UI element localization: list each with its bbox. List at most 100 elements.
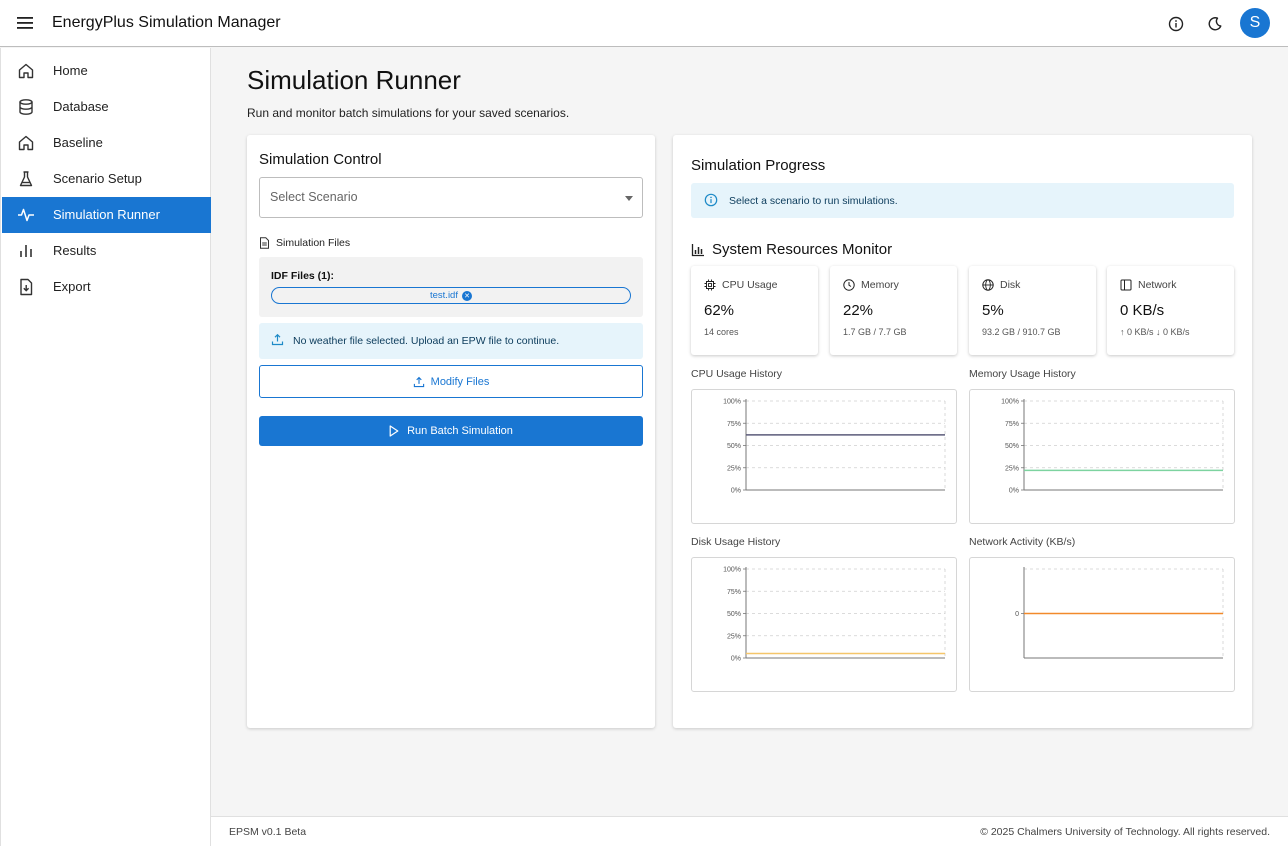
stat-label: CPU Usage (722, 279, 778, 291)
sidebar-item-database[interactable]: Database (2, 89, 211, 125)
sidebar-item-results[interactable]: Results (2, 233, 211, 269)
app-title: EnergyPlus Simulation Manager (52, 14, 281, 31)
files-heading-label: Simulation Files (276, 237, 351, 249)
sidebar-item-scenario-setup[interactable]: Scenario Setup (2, 161, 211, 197)
scenario-info-text: Select a scenario to run simulations. (729, 195, 898, 207)
y-tick-label: 25% (727, 633, 741, 640)
network-history-chart: 0 (969, 557, 1235, 692)
activity-icon (17, 206, 35, 224)
idf-files-box: IDF Files (1): test.idf ✕ (259, 257, 643, 317)
sidebar-item-baseline[interactable]: Baseline (2, 125, 211, 161)
y-tick-label: 0% (1009, 488, 1019, 495)
cpu-usage-card: CPU Usage 62% 14 cores (691, 266, 818, 355)
clock-icon (843, 279, 855, 291)
disk-card: Disk 5% 93.2 GB / 910.7 GB (969, 266, 1096, 355)
y-tick-label: 75% (727, 421, 741, 428)
footer-copyright: © 2025 Chalmers University of Technology… (980, 826, 1270, 838)
network-history-title: Network Activity (KB/s) (969, 536, 1076, 548)
sidebar-item-label: Baseline (53, 135, 103, 150)
footer: EPSM v0.1 Beta © 2025 Chalmers Universit… (211, 816, 1288, 846)
stat-value: 5% (982, 302, 1004, 319)
database-icon (17, 98, 35, 116)
resources-monitor-label: System Resources Monitor (712, 241, 893, 258)
chevron-down-icon (625, 196, 633, 201)
network-icon (1120, 279, 1132, 291)
stat-value: 22% (843, 302, 874, 319)
menu-icon[interactable] (14, 12, 36, 34)
main-content: Simulation Runner Run and monitor batch … (211, 48, 1288, 816)
globe-icon (982, 279, 994, 291)
upload-icon (271, 333, 284, 346)
weather-alert-text: No weather file selected. Upload an EPW … (293, 335, 560, 347)
card-title: Simulation Progress (691, 157, 826, 174)
select-placeholder: Select Scenario (270, 190, 358, 204)
avatar[interactable]: S (1240, 8, 1270, 38)
remove-file-icon[interactable]: ✕ (462, 290, 472, 301)
document-icon (259, 237, 270, 249)
bar-chart-icon (17, 242, 35, 260)
simulation-progress-card: Simulation Progress Select a scenario to… (673, 135, 1252, 728)
modify-files-button[interactable]: Modify Files (259, 365, 643, 398)
disk-history-title: Disk Usage History (691, 536, 781, 548)
sidebar-item-label: Scenario Setup (53, 171, 142, 186)
stat-detail: 93.2 GB / 910.7 GB (982, 327, 1061, 337)
memory-history-chart: 0% 25% 50% 75% 100% (969, 389, 1235, 524)
y-tick-label: 50% (727, 611, 741, 618)
file-export-icon (17, 278, 35, 296)
sidebar-item-label: Export (53, 279, 91, 294)
y-tick-label: 0% (731, 488, 741, 495)
stat-detail: 1.7 GB / 7.7 GB (843, 327, 907, 337)
network-card: Network 0 KB/s ↑ 0 KB/s ↓ 0 KB/s (1107, 266, 1234, 355)
stat-value: 0 KB/s (1120, 302, 1165, 319)
sidebar-item-simulation-runner[interactable]: Simulation Runner (2, 197, 211, 233)
y-tick-label: 75% (727, 589, 741, 596)
sidebar-item-label: Database (53, 99, 109, 114)
y-tick-label: 25% (727, 465, 741, 472)
memory-history-title: Memory Usage History (969, 368, 1076, 380)
simulation-files-heading: Simulation Files (259, 237, 350, 249)
idf-file-chip[interactable]: test.idf ✕ (271, 287, 631, 304)
sidebar: Home Database Baseline Scenario Setup Si… (0, 48, 211, 846)
y-tick-label: 50% (1005, 443, 1019, 450)
y-tick-label: 0 (1015, 611, 1019, 618)
idf-files-label: IDF Files (1): (271, 270, 335, 282)
cpu-history-chart: 0% 25% 50% 75% 100% (691, 389, 957, 524)
home-icon (17, 134, 35, 152)
y-tick-label: 100% (1001, 399, 1019, 406)
stat-value: 62% (704, 302, 735, 319)
run-batch-simulation-button[interactable]: Run Batch Simulation (259, 416, 643, 446)
y-tick-label: 100% (723, 399, 741, 406)
weather-alert: No weather file selected. Upload an EPW … (259, 323, 643, 359)
app-bar: EnergyPlus Simulation Manager S (0, 0, 1288, 47)
sidebar-item-label: Results (53, 243, 97, 258)
dark-mode-icon[interactable] (1205, 14, 1225, 34)
scenario-info-alert: Select a scenario to run simulations. (691, 183, 1234, 218)
info-icon[interactable] (1166, 14, 1186, 34)
stat-label: Network (1138, 279, 1177, 291)
y-tick-label: 75% (1005, 421, 1019, 428)
page-subtitle: Run and monitor batch simulations for yo… (247, 106, 570, 120)
page-title: Simulation Runner (247, 65, 461, 95)
sidebar-item-label: Home (53, 63, 88, 78)
scenario-select[interactable]: Select Scenario (259, 177, 643, 218)
sidebar-item-label: Simulation Runner (53, 207, 160, 222)
modify-files-label: Modify Files (430, 375, 490, 388)
disk-history-chart: 0% 25% 50% 75% 100% (691, 557, 957, 692)
y-tick-label: 50% (727, 443, 741, 450)
y-tick-label: 0% (731, 656, 741, 663)
stat-detail: 14 cores (704, 327, 739, 337)
idf-file-name: test.idf (430, 290, 458, 301)
stat-label: Memory (861, 279, 899, 291)
play-icon (389, 425, 399, 437)
simulation-control-card: Simulation Control Select Scenario Simul… (247, 135, 655, 728)
sidebar-item-home[interactable]: Home (2, 53, 211, 89)
stat-label: Disk (1000, 279, 1021, 291)
cpu-icon (704, 279, 716, 291)
bar-chart-icon (691, 243, 705, 257)
run-batch-simulation-label: Run Batch Simulation (407, 425, 513, 437)
sidebar-item-export[interactable]: Export (2, 269, 211, 305)
home-icon (17, 62, 35, 80)
y-tick-label: 100% (723, 567, 741, 574)
memory-card: Memory 22% 1.7 GB / 7.7 GB (830, 266, 957, 355)
flask-icon (17, 170, 35, 188)
